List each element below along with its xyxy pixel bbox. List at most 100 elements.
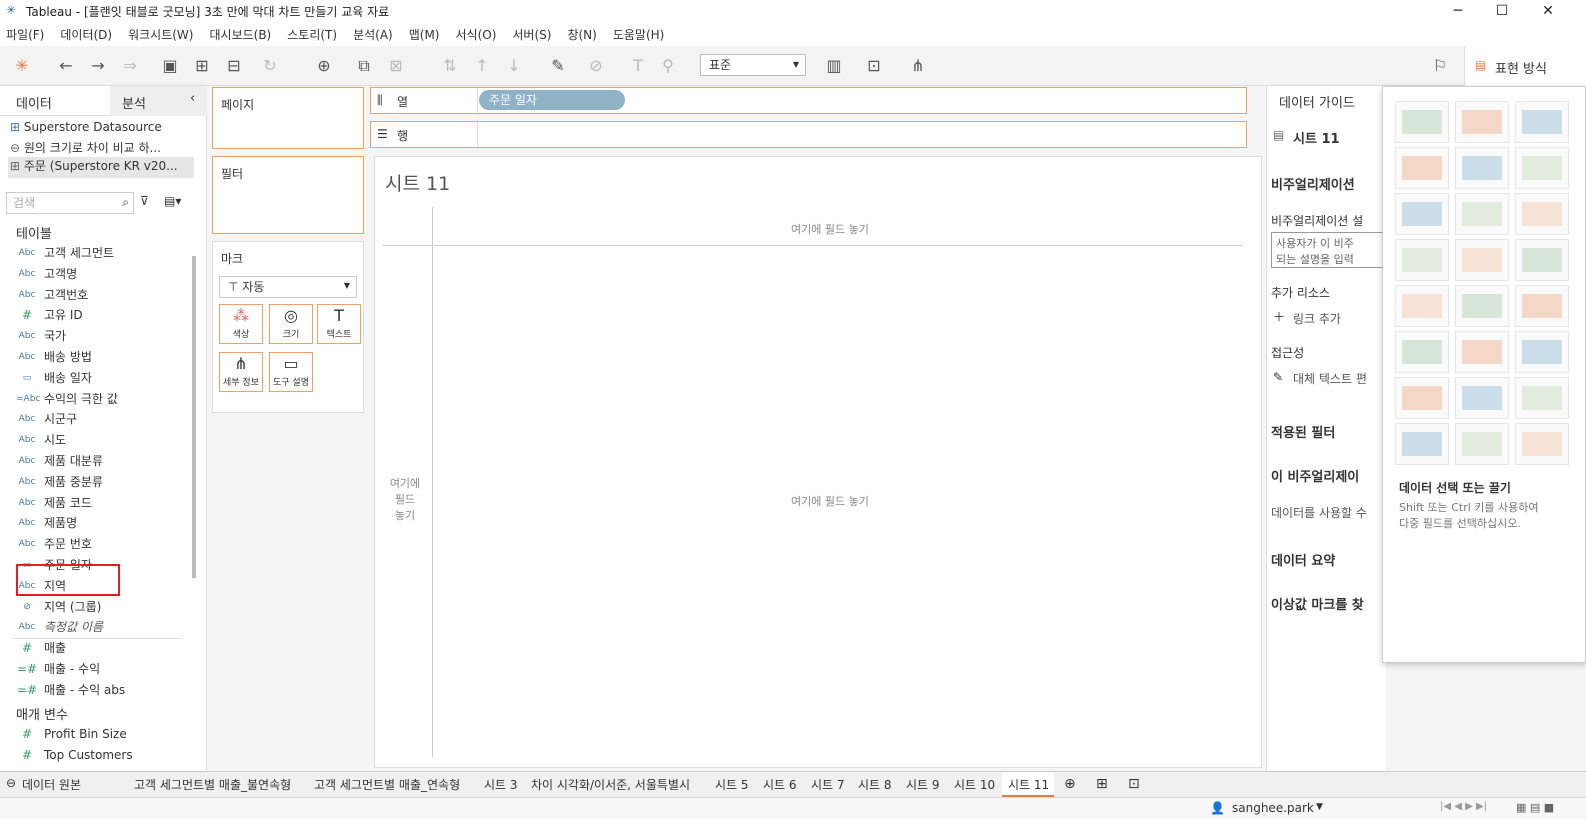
new-story-icon[interactable]: ⊡ bbox=[1128, 776, 1140, 792]
drop-zone-rows[interactable]: 여기에 필드 놓기 bbox=[385, 475, 425, 523]
stacked-hbar-icon[interactable] bbox=[1455, 193, 1509, 235]
parameter-item[interactable]: # Top Customers bbox=[0, 745, 200, 766]
tab-datasource[interactable]: 데이터 원본 bbox=[22, 776, 81, 793]
undo-icon[interactable]: ← bbox=[54, 54, 78, 78]
filter-icon[interactable]: ⊽ bbox=[140, 194, 149, 208]
datasource-item[interactable]: ⊖ 원의 크기로 차이 비교 하... bbox=[10, 139, 200, 159]
presentation-icon[interactable]: ⊡ bbox=[862, 54, 886, 78]
dual-line-icon[interactable] bbox=[1515, 285, 1569, 327]
histogram-icon[interactable] bbox=[1455, 377, 1509, 419]
close-icon[interactable]: ✕ bbox=[1526, 0, 1570, 22]
filled-map-icon[interactable] bbox=[1455, 147, 1509, 189]
search-input[interactable]: 검색 ⌕ bbox=[6, 192, 134, 214]
heat-map-icon[interactable] bbox=[1515, 101, 1569, 143]
drop-zone-center[interactable]: 여기에 필드 놓기 bbox=[791, 493, 869, 509]
menu-dashboard[interactable]: 대시보드(B) bbox=[209, 22, 271, 48]
columns-shelf[interactable]: ⫼ 열 주문 일자 bbox=[370, 87, 1247, 114]
replay-icon[interactable]: ⇒ bbox=[118, 54, 142, 78]
field-item[interactable]: Abc 고객번호 bbox=[0, 285, 200, 306]
pause-updates-icon[interactable]: ⊟ bbox=[222, 54, 246, 78]
menu-window[interactable]: 창(N) bbox=[567, 22, 596, 48]
filters-shelf[interactable]: 필터 bbox=[212, 156, 364, 234]
labels-icon[interactable]: T bbox=[626, 54, 650, 78]
tableau-home-icon[interactable]: ✳ bbox=[10, 54, 34, 78]
side-circles-icon[interactable] bbox=[1515, 239, 1569, 281]
field-item[interactable]: # 고유 ID bbox=[0, 305, 200, 326]
packed-bubbles-icon[interactable] bbox=[1515, 423, 1569, 465]
scatter-plot-icon[interactable] bbox=[1395, 377, 1449, 419]
pages-shelf[interactable]: 페이지 bbox=[212, 87, 364, 149]
gantt-icon[interactable] bbox=[1395, 423, 1449, 465]
sheet-tab[interactable]: 시트 7 bbox=[811, 776, 845, 793]
tooltip-button[interactable]: ▭ 도구 설명 bbox=[269, 352, 313, 392]
view-mode-icon[interactable]: ▦ ▤ ■ bbox=[1516, 801, 1554, 814]
column-pill[interactable]: 주문 일자 bbox=[479, 90, 625, 110]
text-table-icon[interactable] bbox=[1395, 101, 1449, 143]
box-whisker-icon[interactable] bbox=[1515, 377, 1569, 419]
field-item[interactable]: Abc 국가 bbox=[0, 326, 200, 347]
pie-chart-icon[interactable] bbox=[1515, 147, 1569, 189]
description-input[interactable]: 사용자가 이 비주 되는 설명을 입력 bbox=[1271, 232, 1383, 268]
dual-combo-icon[interactable] bbox=[1515, 331, 1569, 373]
field-item[interactable]: Abc 배송 방법 bbox=[0, 347, 200, 368]
view-options-icon[interactable]: ▤▾ bbox=[164, 194, 181, 208]
color-button[interactable]: ⁂ 색상 bbox=[219, 304, 263, 344]
redo-icon[interactable]: → bbox=[86, 54, 110, 78]
detail-button[interactable]: ⋔ 세부 정보 bbox=[219, 352, 263, 392]
fit-dropdown[interactable]: 표준 ▼ bbox=[700, 54, 806, 76]
field-item[interactable]: Abc 제품 중분류 bbox=[0, 472, 200, 493]
field-item[interactable]: =Abc 수익의 극한 값 bbox=[0, 389, 200, 410]
sheet-tab[interactable]: 시트 9 bbox=[906, 776, 940, 793]
group-icon[interactable]: ⊘ bbox=[584, 54, 608, 78]
line-continuous-icon[interactable] bbox=[1395, 285, 1449, 327]
treemap-icon[interactable] bbox=[1395, 239, 1449, 281]
datasource-item[interactable]: ⊞ Superstore Datasource bbox=[10, 120, 200, 140]
add-link-button[interactable]: 링크 추가 bbox=[1293, 310, 1341, 327]
new-worksheet-icon[interactable]: ⊕ bbox=[1064, 776, 1076, 792]
sheet-tab[interactable]: 고객 세그먼트별 매출_불연속형 bbox=[134, 776, 291, 793]
field-item[interactable]: # 매출 bbox=[0, 638, 200, 659]
sort-desc-icon[interactable]: ↓ bbox=[502, 54, 526, 78]
rows-shelf[interactable]: ☰ 행 bbox=[370, 121, 1247, 148]
size-button[interactable]: ◎ 크기 bbox=[269, 304, 313, 344]
field-item[interactable]: ⊘ 지역 (그룹) bbox=[0, 597, 200, 618]
menu-help[interactable]: 도움말(H) bbox=[613, 22, 665, 48]
menu-worksheet[interactable]: 워크시트(W) bbox=[128, 22, 193, 48]
field-item[interactable]: Abc 제품명 bbox=[0, 513, 200, 534]
area-discrete-icon[interactable] bbox=[1455, 331, 1509, 373]
drop-zone-columns[interactable]: 여기에 필드 놓기 bbox=[791, 221, 869, 237]
menu-file[interactable]: 파일(F) bbox=[6, 22, 44, 48]
tab-data[interactable]: 데이터 bbox=[16, 93, 52, 112]
field-item[interactable]: Abc 제품 코드 bbox=[0, 493, 200, 514]
show-cards-icon[interactable]: ▥ bbox=[822, 54, 846, 78]
sheet-tab[interactable]: 고객 세그먼트별 매출_연속형 bbox=[314, 776, 460, 793]
highlight-icon[interactable]: ✎ bbox=[546, 54, 570, 78]
swap-icon[interactable]: ⇅ bbox=[438, 54, 462, 78]
minimize-icon[interactable]: ─ bbox=[1436, 0, 1480, 22]
circle-view-icon[interactable] bbox=[1455, 239, 1509, 281]
side-by-side-bars-icon[interactable] bbox=[1515, 193, 1569, 235]
field-item[interactable]: ▭ 배송 일자 bbox=[0, 368, 200, 389]
collapse-icon[interactable]: ‹ bbox=[190, 91, 195, 106]
menu-story[interactable]: 스토리(T) bbox=[287, 22, 337, 48]
refresh-icon[interactable]: ↻ bbox=[258, 54, 282, 78]
share-icon[interactable]: ⋔ bbox=[906, 54, 930, 78]
new-dashboard-icon[interactable]: ⊞ bbox=[1096, 776, 1108, 792]
field-item[interactable]: =# 매출 - 수익 bbox=[0, 659, 200, 680]
sheet-tab[interactable]: 시트 3 bbox=[484, 776, 518, 793]
menu-map[interactable]: 맵(M) bbox=[409, 22, 440, 48]
field-item[interactable]: Abc 제품 대분류 bbox=[0, 451, 200, 472]
menu-format[interactable]: 서식(O) bbox=[456, 22, 497, 48]
menu-server[interactable]: 서버(S) bbox=[512, 22, 551, 48]
duplicate-icon[interactable]: ⧉ bbox=[352, 54, 376, 78]
nav-arrows-icon[interactable]: |◀ ◀ ▶ ▶| bbox=[1440, 801, 1487, 812]
field-item[interactable]: Abc 측정값 이름 bbox=[0, 617, 200, 638]
sort-asc-icon[interactable]: ↑ bbox=[470, 54, 494, 78]
hbar-chart-icon[interactable] bbox=[1395, 193, 1449, 235]
field-item[interactable]: Abc 시도 bbox=[0, 430, 200, 451]
sheet-tab[interactable]: 시트 8 bbox=[858, 776, 892, 793]
bullet-icon[interactable] bbox=[1455, 423, 1509, 465]
symbol-map-icon[interactable] bbox=[1395, 147, 1449, 189]
text-button[interactable]: T 텍스트 bbox=[317, 304, 361, 344]
user-name[interactable]: sanghee.park bbox=[1232, 801, 1314, 815]
